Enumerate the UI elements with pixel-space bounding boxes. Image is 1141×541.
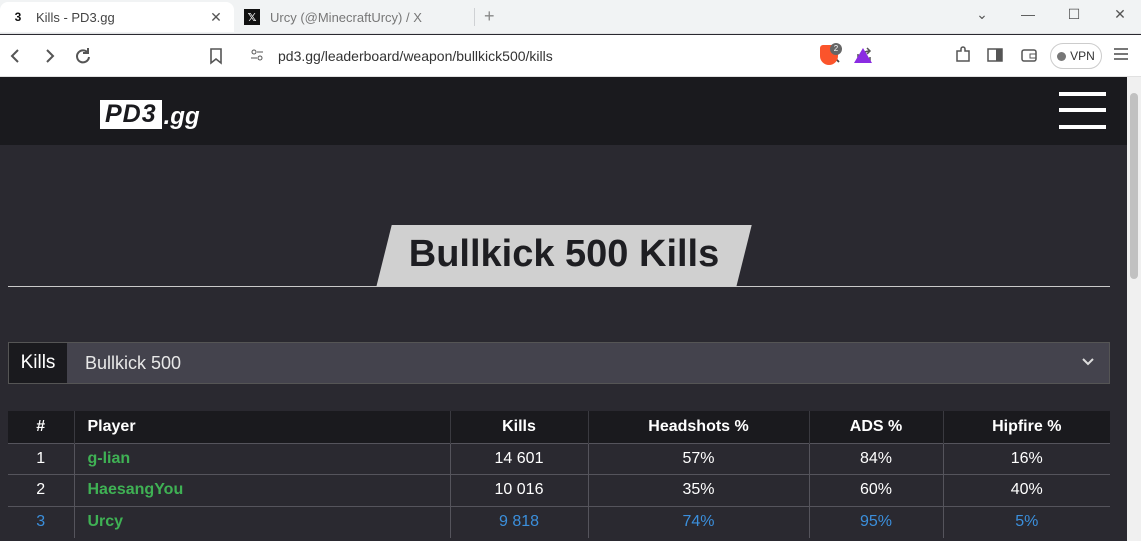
weapon-filter: Kills Bullkick 500	[8, 342, 1110, 384]
maximize-button[interactable]: ☐	[1064, 6, 1084, 23]
ads-cell: 84%	[808, 442, 943, 475]
header-rank[interactable]: #	[8, 411, 74, 443]
url-text[interactable]: pd3.gg/leaderboard/weapon/bullkick500/ki…	[274, 48, 816, 64]
sidebar-icon[interactable]	[984, 45, 1006, 67]
hipfire-cell: 40%	[942, 474, 1110, 506]
player-link[interactable]: g-lian	[73, 442, 450, 475]
table-row: 1 g-lian 14 601 57% 84% 16%	[8, 442, 1110, 475]
browser-toolbar: pd3.gg/leaderboard/weapon/bullkick500/ki…	[0, 35, 1141, 77]
tab-title: Urcy (@MinecraftUrcy) / X	[270, 9, 422, 25]
x-favicon-icon: 𝕏	[244, 9, 260, 25]
header-ads[interactable]: ADS %	[808, 411, 943, 443]
page-content: PD3 .gg Bullkick 500 Kills Kills Bullkic…	[0, 77, 1127, 541]
kills-cell: 10 016	[449, 474, 588, 506]
table-row: 2 HaesangYou 10 016 35% 60% 40%	[8, 474, 1110, 506]
new-tab-button[interactable]: +	[484, 6, 495, 27]
close-window-button[interactable]: ✕	[1110, 6, 1130, 23]
leaderboard-table: # Player Kills Headshots % ADS % Hipfire…	[8, 411, 1110, 538]
bookmark-icon[interactable]	[205, 45, 227, 67]
weapon-select[interactable]: Bullkick 500	[67, 343, 1109, 383]
hamburger-menu-icon[interactable]	[1059, 92, 1106, 130]
reload-icon[interactable]	[72, 45, 94, 67]
filter-label: Kills	[9, 343, 67, 383]
kills-cell: 9 818	[449, 505, 588, 538]
rank-cell: 2	[8, 474, 74, 506]
weapon-select-value: Bullkick 500	[85, 352, 182, 373]
tab-search-dropdown-icon[interactable]: ⌄	[972, 6, 992, 23]
site-settings-icon[interactable]	[240, 47, 274, 66]
header-player[interactable]: Player	[73, 411, 450, 443]
table-row-highlighted: 3 Urcy 9 818 74% 95% 5%	[8, 505, 1110, 538]
brave-rewards-icon[interactable]	[854, 48, 872, 63]
hipfire-cell: 5%	[942, 505, 1110, 538]
tab-kills[interactable]: 3 Kills - PD3.gg ✕	[0, 2, 234, 32]
header-headshots[interactable]: Headshots %	[587, 411, 809, 443]
logo-main: PD3	[100, 100, 162, 129]
address-bar[interactable]: pd3.gg/leaderboard/weapon/bullkick500/ki…	[240, 40, 880, 72]
vpn-label: VPN	[1070, 49, 1095, 63]
headshots-cell: 57%	[587, 442, 809, 475]
tab-divider	[474, 8, 475, 26]
rank-cell: 1	[8, 442, 74, 475]
page-title: Bullkick 500 Kills	[408, 233, 720, 275]
player-link[interactable]: HaesangYou	[73, 474, 450, 506]
ads-cell: 60%	[808, 474, 943, 506]
vpn-button[interactable]: VPN	[1050, 43, 1102, 69]
extensions-icon[interactable]	[952, 45, 974, 67]
ads-cell: 95%	[808, 505, 943, 538]
logo-tld: .gg	[163, 103, 200, 130]
headshots-cell: 74%	[587, 505, 809, 538]
forward-icon[interactable]	[38, 45, 60, 67]
pd3-logo[interactable]: PD3 .gg	[100, 95, 200, 129]
pd3-favicon-icon: 3	[10, 9, 26, 25]
tab-title: Kills - PD3.gg	[36, 9, 115, 25]
table-header-row: # Player Kills Headshots % ADS % Hipfire…	[8, 411, 1110, 443]
chevron-down-icon	[1081, 354, 1095, 371]
shields-count-badge: 2	[830, 43, 842, 55]
hipfire-cell: 16%	[942, 442, 1110, 475]
header-kills[interactable]: Kills	[449, 411, 588, 443]
rank-cell: 3	[8, 505, 74, 538]
player-link[interactable]: Urcy	[73, 505, 450, 538]
wallet-icon[interactable]	[1018, 45, 1040, 67]
menu-icon[interactable]	[1110, 45, 1132, 67]
minimize-button[interactable]: —	[1018, 6, 1038, 22]
header-hipfire[interactable]: Hipfire %	[942, 411, 1110, 443]
tab-strip: 3 Kills - PD3.gg ✕ 𝕏 Urcy (@MinecraftUrc…	[0, 0, 1141, 34]
vpn-status-icon	[1057, 51, 1067, 61]
site-header: PD3 .gg	[0, 77, 1127, 145]
page-heading-block: Bullkick 500 Kills	[8, 225, 1110, 287]
kills-cell: 14 601	[449, 442, 588, 475]
close-tab-icon[interactable]: ✕	[206, 9, 226, 26]
scrollbar-thumb[interactable]	[1130, 93, 1138, 279]
headshots-cell: 35%	[587, 474, 809, 506]
back-icon[interactable]	[5, 45, 27, 67]
page-scrollbar[interactable]	[1127, 77, 1141, 541]
tab-x-urcy[interactable]: 𝕏 Urcy (@MinecraftUrcy) / X	[234, 2, 474, 32]
